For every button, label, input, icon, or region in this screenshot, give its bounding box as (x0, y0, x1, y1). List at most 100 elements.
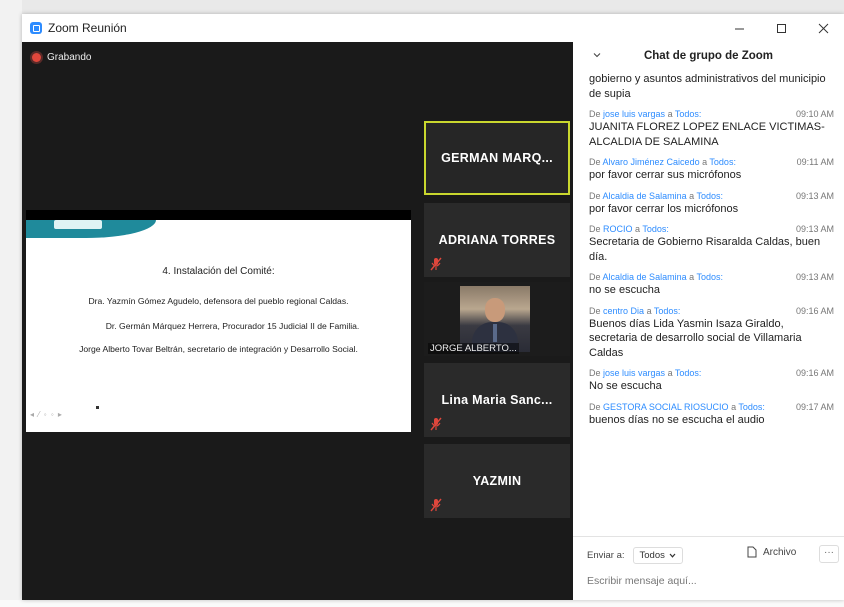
slide-line: Jorge Alberto Tovar Beltrán, secretario … (79, 344, 358, 354)
message-text: No se escucha (589, 380, 662, 392)
message-time: 09:13 AM (795, 272, 834, 282)
chat-message: De GESTORA SOCIAL RIOSUCIO a Todos: 09:1… (589, 402, 834, 428)
send-options: Enviar a: Todos Archivo ··· (587, 544, 839, 566)
message-meta: De Alvaro Jiménez Caicedo a Todos: 09:11… (589, 157, 834, 167)
message-time: 09:13 AM (795, 190, 834, 201)
message-header: De GESTORA SOCIAL RIOSUCIO a Todos: (589, 401, 765, 412)
slide-title: 4. Instalación del Comité: (162, 266, 275, 277)
message-recipient: Todos: (674, 368, 702, 378)
shared-screen[interactable]: 4. Instalación del Comité: Dra. Yazmín G… (26, 210, 411, 432)
participant-tile[interactable]: YAZMIN (424, 444, 570, 518)
recipient-dropdown[interactable]: Todos (632, 546, 683, 564)
message-prefix: De (589, 224, 601, 234)
message-text: no se escucha (589, 284, 660, 296)
recording-icon (32, 53, 41, 62)
slide-header-banner (26, 220, 156, 238)
file-label: Archivo (763, 546, 797, 558)
message-time: 09:16 AM (795, 368, 834, 378)
zoom-window: Zoom Reunión Grabando 4. Instalación del… (22, 14, 844, 600)
participant-tile[interactable]: ADRIANA TORRES (424, 203, 570, 277)
message-time: 09:16 AM (795, 305, 834, 316)
zoom-app-icon (30, 22, 42, 34)
participant-name: YAZMIN (472, 474, 522, 488)
participant-tile[interactable]: GERMAN MARQ... (424, 121, 570, 195)
message-meta: De Alcaldia de Salamina a Todos: 09:13 A… (589, 272, 834, 282)
video-person-tie (493, 324, 497, 342)
message-sender[interactable]: GESTORA SOCIAL RIOSUCIO (603, 402, 729, 412)
message-recipient: Todos: (674, 109, 702, 119)
participant-tile[interactable]: JORGE ALBERTO... (424, 282, 570, 356)
muted-mic-icon (430, 257, 442, 271)
chat-message-input[interactable] (587, 572, 827, 590)
message-meta: De jose luis vargas a Todos: 09:10 AM (589, 109, 834, 119)
message-header: De centro Dia a Todos: (589, 305, 681, 316)
message-sender[interactable]: Alcaldia de Salamina (603, 191, 687, 201)
chat-message: De jose luis vargas a Todos: 09:16 AM No… (589, 368, 834, 394)
muted-mic-icon (430, 417, 442, 431)
message-recipient: Todos: (642, 224, 669, 234)
message-recipient: Todos: (696, 272, 723, 282)
participant-tile[interactable]: Lina Maria Sanc... (424, 363, 570, 437)
message-header: De jose luis vargas a Todos: (589, 109, 702, 119)
message-meta: De GESTORA SOCIAL RIOSUCIO a Todos: 09:1… (589, 402, 834, 412)
message-sender[interactable]: Alcaldia de Salamina (603, 272, 687, 282)
recording-indicator[interactable]: Grabando (32, 52, 91, 63)
recipient-value: Todos (639, 549, 665, 561)
send-to-label: Enviar a: (587, 549, 625, 561)
slide-logo (54, 220, 102, 229)
chat-panel: Chat de grupo de Zoom gobierno y asuntos… (573, 42, 844, 600)
message-prefix: De (589, 401, 601, 412)
message-header: De ROCIO a Todos: (589, 224, 669, 234)
message-text: Secretaria de Gobierno Risaralda Caldas,… (589, 236, 821, 263)
participant-name: GERMAN MARQ... (441, 151, 553, 165)
more-options-button[interactable]: ··· (819, 545, 839, 563)
maximize-button[interactable] (760, 14, 802, 42)
slide-navigation-controls[interactable]: ◂ ⁄ ◦ ◦ ▸ (30, 410, 63, 419)
message-prefix: De (589, 157, 601, 167)
muted-mic-icon (430, 498, 442, 512)
message-sender[interactable]: ROCIO (603, 224, 633, 234)
message-text: gobierno y asuntos administrativos del m… (589, 73, 826, 100)
chevron-down-icon (669, 553, 676, 558)
message-time: 09:13 AM (795, 224, 834, 234)
message-prefix: De (589, 305, 601, 316)
message-recipient: Todos: (653, 305, 681, 316)
message-recipient: Todos: (709, 157, 736, 167)
participant-name: JORGE ALBERTO... (428, 343, 519, 354)
message-prefix: De (589, 190, 601, 201)
message-time: 09:11 AM (796, 157, 834, 167)
message-header: De Alcaldia de Salamina a Todos: (589, 190, 723, 201)
message-recipient: Todos: (738, 401, 765, 412)
message-header: De Alvaro Jiménez Caicedo a Todos: (589, 157, 736, 167)
message-sender[interactable]: jose luis vargas (603, 109, 665, 119)
window-title: Zoom Reunión (48, 21, 127, 35)
minimize-icon (734, 28, 744, 29)
message-sender[interactable]: Alvaro Jiménez Caicedo (603, 157, 700, 167)
message-sender[interactable]: jose luis vargas (603, 368, 665, 378)
message-prefix: De (589, 368, 601, 378)
message-header: De jose luis vargas a Todos: (589, 368, 702, 378)
chat-message: De Alvaro Jiménez Caicedo a Todos: 09:11… (589, 157, 834, 183)
chat-message: De Alcaldia de Salamina a Todos: 09:13 A… (589, 272, 834, 298)
close-button[interactable] (802, 14, 844, 42)
message-text: JUANITA FLOREZ LOPEZ ENLACE VICTIMAS-ALC… (589, 121, 825, 148)
file-button[interactable]: Archivo (747, 546, 796, 558)
chat-message: De centro Dia a Todos: 09:16 AM Buenos d… (589, 306, 834, 361)
background-bottom (0, 600, 844, 607)
close-icon (818, 23, 828, 33)
chevron-down-icon[interactable] (593, 51, 601, 59)
message-sender[interactable]: centro Dia (603, 306, 644, 316)
chat-message: gobierno y asuntos administrativos del m… (589, 72, 834, 101)
minimize-button[interactable] (718, 14, 760, 42)
chat-divider (573, 536, 844, 537)
chat-message: De Alcaldia de Salamina a Todos: 09:13 A… (589, 191, 834, 217)
message-meta: De jose luis vargas a Todos: 09:16 AM (589, 368, 834, 378)
message-text: por favor cerrar los micrófonos (589, 202, 739, 215)
message-meta: De Alcaldia de Salamina a Todos: 09:13 A… (589, 191, 834, 201)
chat-messages[interactable]: gobierno y asuntos administrativos del m… (589, 72, 834, 512)
window-controls (718, 14, 844, 42)
participant-name: ADRIANA TORRES (438, 233, 556, 247)
slide-line: Dr. Germán Márquez Herrera, Procurador 1… (105, 321, 360, 331)
message-text: Buenos días Lida Yasmin Isaza Giraldo, s… (589, 317, 802, 359)
chat-message: De jose luis vargas a Todos: 09:10 AM JU… (589, 109, 834, 149)
